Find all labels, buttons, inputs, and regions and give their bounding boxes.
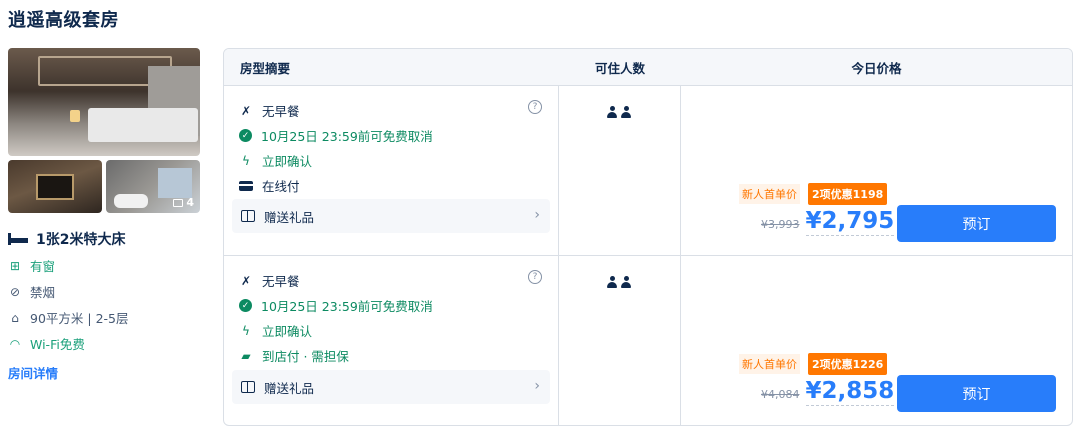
two-guests-icon [607, 276, 631, 288]
cancel-feature: ✓ 10月25日 23:59前可免费取消 [232, 293, 550, 318]
person-icon [607, 106, 617, 118]
rate-table: 房型摘要 可住人数 今日价格 ? ✗ 无早餐 ✓ 10月25日 23:59前可免… [223, 48, 1073, 426]
no-breakfast-icon: ✗ [240, 273, 252, 288]
lightning-icon: ϟ [242, 153, 250, 168]
person-icon [607, 276, 617, 288]
two-guests-icon [607, 106, 631, 118]
area-attr: ⌂ 90平方米 | 2-5层 [8, 308, 200, 327]
cancel-label: 10月25日 23:59前可免费取消 [261, 299, 433, 314]
smoking-label: 禁烟 [30, 285, 56, 300]
window-attr: ⊞ 有窗 [8, 256, 200, 275]
area-label: 90平方米 | 2-5层 [30, 311, 129, 326]
discount-badge[interactable]: 2项优惠1198 [808, 183, 888, 205]
gift-label: 赠送礼品 [264, 209, 315, 225]
payment-feature: 在线付 [232, 173, 550, 198]
window-shape [158, 168, 192, 198]
header-summary: 房型摘要 [240, 60, 291, 76]
rate-row: ? ✗ 无早餐 ✓ 10月25日 23:59前可免费取消 ϟ 立即确认 ▰ 到店… [224, 256, 1072, 425]
no-breakfast-icon: ✗ [240, 103, 252, 118]
room-thumbnail[interactable] [8, 160, 102, 213]
window-label: 有窗 [30, 259, 56, 274]
wifi-icon: ◠ [9, 336, 21, 351]
room-main-photo[interactable] [8, 48, 200, 156]
payment-feature: ▰ 到店付 · 需担保 [232, 343, 550, 368]
breakfast-feature: ✗ 无早餐 [232, 268, 550, 293]
book-button[interactable]: 预订 [897, 205, 1056, 242]
header-price: 今日价格 [851, 60, 902, 76]
room-detail-link[interactable]: 房间详情 [8, 363, 200, 382]
bathtub-shape [114, 194, 148, 208]
payment-label: 在线付 [262, 179, 300, 194]
wifi-label: Wi-Fi免费 [30, 337, 85, 352]
window-icon: ⊞ [9, 258, 21, 273]
promo-tags: 新人首单价 2项优惠1226 [739, 353, 888, 375]
rate-summary: ? ✗ 无早餐 ✓ 10月25日 23:59前可免费取消 ϟ 立即确认 ▰ 到店… [224, 256, 559, 425]
check-circle-icon: ✓ [239, 129, 252, 142]
guest-capacity [559, 86, 681, 255]
photo-count: 4 [186, 196, 194, 209]
price-cell: 新人首单价 2项优惠1198 ¥3,993 ¥2,795 预订 [681, 86, 1072, 255]
payment-label: 到店付 · 需担保 [262, 349, 349, 364]
bed-icon [8, 233, 28, 245]
image-icon [173, 198, 184, 207]
price-cell: 新人首单价 2项优惠1226 ¥4,084 ¥2,858 预订 [681, 256, 1072, 425]
help-icon[interactable]: ? [528, 270, 542, 284]
bathroom-thumbnail[interactable]: 4 [106, 160, 200, 213]
wifi-attr: ◠ Wi-Fi免费 [8, 334, 200, 353]
confirm-feature: ϟ 立即确认 [232, 318, 550, 343]
credit-card-icon [239, 179, 253, 193]
photo-thumbnails: 4 [8, 160, 200, 213]
room-title: 逍遥高级套房 [8, 10, 119, 31]
book-button[interactable]: 预订 [897, 375, 1056, 412]
check-circle-icon: ✓ [239, 299, 252, 312]
current-price[interactable]: ¥2,858 [805, 378, 895, 406]
cancel-feature: ✓ 10月25日 23:59前可免费取消 [232, 123, 550, 148]
gift-row[interactable]: 赠送礼品 › [232, 199, 550, 233]
confirm-feature: ϟ 立即确认 [232, 148, 550, 173]
chevron-right-icon: › [534, 207, 540, 223]
rate-summary: ? ✗ 无早餐 ✓ 10月25日 23:59前可免费取消 ϟ 立即确认 在线付 … [224, 86, 559, 255]
person-icon [621, 276, 631, 288]
rate-row: ? ✗ 无早餐 ✓ 10月25日 23:59前可免费取消 ϟ 立即确认 在线付 … [224, 86, 1072, 256]
price-box: ¥3,993 ¥2,795 [761, 208, 895, 236]
lamp [70, 110, 80, 122]
bed-shape [88, 108, 198, 142]
confirm-label: 立即确认 [262, 324, 313, 339]
discount-badge[interactable]: 2项优惠1226 [808, 353, 888, 375]
guest-capacity [559, 256, 681, 425]
price-box: ¥4,084 ¥2,858 [761, 378, 895, 406]
no-smoking-icon: ⊘ [9, 284, 21, 299]
new-user-tag: 新人首单价 [739, 184, 800, 204]
help-icon[interactable]: ? [528, 100, 542, 114]
chevron-right-icon: › [534, 378, 540, 394]
area-icon: ⌂ [11, 310, 19, 325]
tv-shape [36, 174, 74, 200]
pay-at-hotel-icon: ▰ [241, 348, 251, 363]
bed-type: 1张2米特大床 [8, 229, 200, 249]
gift-icon [241, 381, 255, 393]
gift-row[interactable]: 赠送礼品 › [232, 370, 550, 404]
photo-count-badge[interactable]: 4 [173, 196, 194, 209]
promo-tags: 新人首单价 2项优惠1198 [739, 183, 888, 205]
room-info-panel: 4 1张2米特大床 ⊞ 有窗 ⊘ 禁烟 ⌂ 90平方米 | 2-5层 ◠ Wi-… [8, 48, 200, 382]
gift-label: 赠送礼品 [264, 380, 315, 396]
original-price: ¥3,993 [761, 218, 800, 231]
breakfast-label: 无早餐 [262, 104, 300, 119]
header-guests: 可住人数 [594, 60, 645, 76]
gift-icon [241, 210, 255, 222]
person-icon [621, 106, 631, 118]
confirm-label: 立即确认 [262, 154, 313, 169]
smoking-attr: ⊘ 禁烟 [8, 282, 200, 301]
current-price[interactable]: ¥2,795 [805, 208, 895, 236]
bed-label: 1张2米特大床 [36, 232, 126, 248]
breakfast-feature: ✗ 无早餐 [232, 98, 550, 123]
breakfast-label: 无早餐 [262, 274, 300, 289]
new-user-tag: 新人首单价 [739, 354, 800, 374]
cancel-label: 10月25日 23:59前可免费取消 [261, 129, 433, 144]
table-header: 房型摘要 可住人数 今日价格 [224, 49, 1072, 86]
lightning-icon: ϟ [242, 323, 250, 338]
original-price: ¥4,084 [761, 388, 800, 401]
